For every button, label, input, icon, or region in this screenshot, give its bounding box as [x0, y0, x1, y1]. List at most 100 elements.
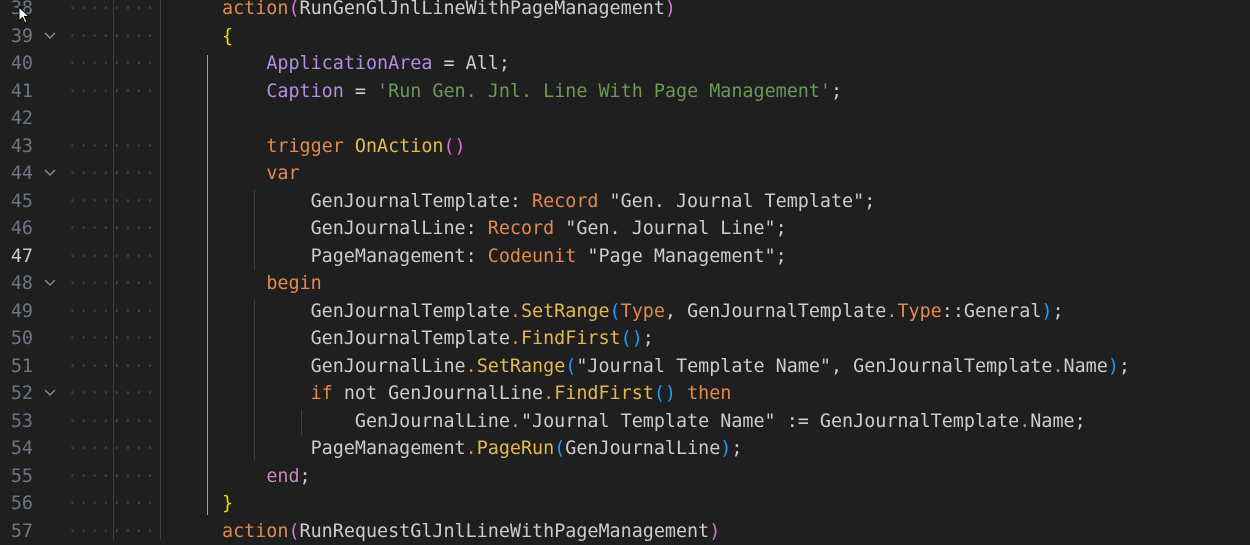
code-token: ) — [720, 438, 731, 459]
code-token: RunGenGlJnlLineWithPageManagement — [300, 0, 665, 19]
chevron-down-icon[interactable] — [41, 380, 59, 408]
code-line[interactable]: 50········ GenJournalTemplate.FindFirst(… — [0, 325, 1250, 353]
code-token: GenJournalTemplate — [156, 328, 510, 349]
code-token — [676, 383, 687, 404]
code-token: ········ — [67, 301, 156, 322]
code-line[interactable]: 52········ if not GenJournalLine.FindFir… — [0, 380, 1250, 408]
code-line[interactable]: 44········ var — [0, 160, 1250, 188]
code-text: ········ } — [67, 490, 233, 518]
code-token: GenJournalLine — [565, 438, 720, 459]
code-text: ········ GenJournalLine: Record "Gen. Jo… — [67, 215, 787, 243]
code-token: ········ — [67, 493, 156, 514]
code-token: "Page Management"; — [576, 246, 786, 267]
code-token: ········ — [67, 191, 156, 212]
code-token: ········ — [67, 328, 156, 349]
code-token — [156, 53, 267, 74]
code-token: = — [344, 81, 377, 102]
code-token: GenJournalLine — [156, 356, 466, 377]
code-token: ········ — [67, 163, 156, 184]
code-text: ········ action(RunRequestGlJnlLineWithP… — [67, 518, 720, 545]
code-token: ········ — [67, 356, 156, 377]
code-token: ········ — [67, 136, 156, 157]
code-token: { — [222, 26, 233, 47]
line-number: 46 — [0, 215, 33, 243]
code-token: GenJournalLine — [156, 411, 510, 432]
code-token: . — [1019, 411, 1030, 432]
code-line[interactable]: 56········ } — [0, 490, 1250, 518]
code-text: ········ action(RunGenGlJnlLineWithPageM… — [67, 0, 676, 23]
code-line[interactable]: 42 — [0, 105, 1250, 133]
code-token: ; — [643, 328, 654, 349]
code-token: ; — [1052, 301, 1063, 322]
code-line[interactable]: 45········ GenJournalTemplate: Record "G… — [0, 188, 1250, 216]
code-token: ; — [300, 466, 311, 487]
code-token: . — [466, 356, 477, 377]
code-token: GenJournalTemplate: — [156, 191, 532, 212]
line-number: 48 — [0, 270, 33, 298]
code-text: ········ begin — [67, 270, 322, 298]
code-token: ( — [554, 438, 565, 459]
code-token: PageManagement: — [156, 246, 488, 267]
code-token: not GenJournalLine — [333, 383, 543, 404]
code-token: SetRange — [477, 356, 566, 377]
code-token: action — [222, 521, 288, 542]
code-token: OnAction — [355, 136, 444, 157]
code-token: ) — [1108, 356, 1119, 377]
code-token: ········ — [67, 26, 156, 47]
code-token — [156, 136, 267, 157]
code-token: ) — [665, 0, 676, 19]
code-line[interactable]: 43 ········ trigger OnAction() — [0, 133, 1250, 161]
code-line[interactable]: 55········ end; — [0, 463, 1250, 491]
code-line[interactable]: 53········ GenJournalLine."Journal Templ… — [0, 408, 1250, 436]
code-token: . — [510, 301, 521, 322]
code-token: ( — [565, 356, 576, 377]
code-line[interactable]: 48 ········ begin — [0, 270, 1250, 298]
code-line[interactable]: 49········ GenJournalTemplate.SetRange(T… — [0, 298, 1250, 326]
code-token: trigger — [266, 136, 355, 157]
code-token: = All; — [432, 53, 510, 74]
code-token: ········ — [67, 273, 156, 294]
line-number: 40 — [0, 50, 33, 78]
code-line[interactable]: 57········ action(RunRequestGlJnlLineWit… — [0, 518, 1250, 545]
code-text: ········ Caption = 'Run Gen. Jnl. Line W… — [67, 78, 842, 106]
code-token: PageRun — [477, 438, 555, 459]
code-editor[interactable]: 38········ action(RunGenGlJnlLineWithPag… — [0, 0, 1250, 545]
code-line[interactable]: 51········ GenJournalLine.SetRange("Jour… — [0, 353, 1250, 381]
code-text: ········ GenJournalTemplate.SetRange(Typ… — [67, 298, 1064, 326]
code-token: action — [222, 0, 288, 19]
code-token: then — [687, 383, 731, 404]
code-text: ········ GenJournalTemplate.FindFirst(); — [67, 325, 654, 353]
code-line[interactable]: 41········ Caption = 'Run Gen. Jnl. Line… — [0, 78, 1250, 106]
code-token: RunRequestGlJnlLineWithPageManagement — [300, 521, 710, 542]
code-token: , GenJournalTemplate — [665, 301, 886, 322]
code-line[interactable]: 47········ PageManagement: Codeunit "Pag… — [0, 243, 1250, 271]
chevron-down-icon[interactable] — [41, 270, 59, 298]
chevron-down-icon[interactable] — [41, 23, 59, 51]
code-token: ········ — [67, 246, 156, 267]
code-text: ········ GenJournalLine."Journal Templat… — [67, 408, 1086, 436]
chevron-down-icon[interactable] — [41, 160, 59, 188]
indent-guide — [160, 0, 161, 540]
code-token: () — [443, 136, 465, 157]
code-line[interactable]: 38········ action(RunGenGlJnlLineWithPag… — [0, 0, 1250, 23]
code-line[interactable]: 46 ········ GenJournalLine: Record "Gen. … — [0, 215, 1250, 243]
line-number: 42 — [0, 105, 33, 133]
code-token: "Gen. Journal Template"; — [598, 191, 875, 212]
indent-guide — [301, 410, 302, 435]
code-token: ········ — [67, 0, 156, 19]
line-number: 55 — [0, 463, 33, 491]
code-line[interactable]: 40········ ApplicationArea = All; — [0, 50, 1250, 78]
code-token — [156, 81, 267, 102]
code-token — [156, 163, 267, 184]
code-text: ········ PageManagement.PageRun(GenJourn… — [67, 435, 742, 463]
indent-guide — [254, 190, 255, 270]
indent-guide — [113, 0, 114, 540]
code-line[interactable]: 39········ { — [0, 23, 1250, 51]
line-number: 43 — [0, 133, 33, 161]
code-token: FindFirst — [554, 383, 654, 404]
code-line[interactable]: 54········ PageManagement.PageRun(GenJou… — [0, 435, 1250, 463]
indent-guide — [207, 55, 208, 515]
code-token: . — [1052, 356, 1063, 377]
code-token: ········ — [67, 466, 156, 487]
code-token: if — [311, 383, 333, 404]
